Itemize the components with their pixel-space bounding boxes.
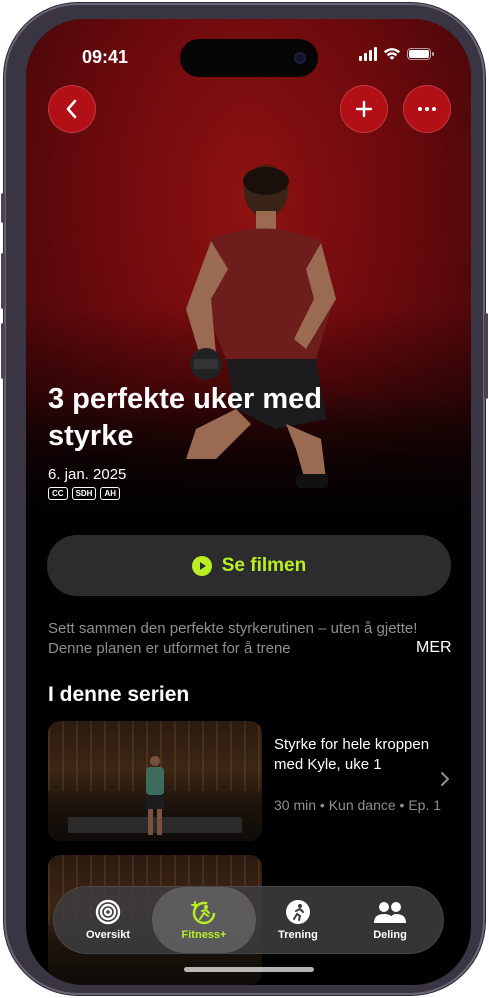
- tab-trening[interactable]: Trening: [250, 887, 346, 953]
- phone-frame: 09:41 3 perfekte uker med styrke 6. jan.…: [1, 3, 488, 995]
- plus-icon: [355, 100, 373, 118]
- play-button-label: Se filmen: [221, 554, 307, 576]
- chevron-left-icon: [66, 99, 77, 119]
- running-person-icon: [286, 900, 310, 924]
- add-button[interactable]: [340, 85, 388, 133]
- episode-thumbnail[interactable]: [48, 721, 262, 841]
- chevron-right-icon[interactable]: [440, 771, 450, 787]
- thumbnail-trainer: [146, 756, 164, 835]
- summary-rings-icon: [95, 899, 121, 925]
- tab-label-oversikt: Oversikt: [85, 929, 131, 941]
- screen: 09:41 3 perfekte uker med styrke 6. jan.…: [26, 19, 471, 985]
- volume-up-button: [1, 253, 5, 309]
- series-section-title: I denne serien: [48, 683, 190, 706]
- tab-fitness-plus[interactable]: Fitness+: [152, 887, 256, 953]
- tab-label-deling: Deling: [373, 929, 407, 941]
- front-camera: [294, 52, 306, 64]
- release-date: 6. jan. 2025: [48, 466, 127, 483]
- episode-meta: 30 min • Kun dance • Ep. 1: [274, 797, 442, 813]
- accessibility-badges: CC SDH AH: [48, 487, 121, 500]
- episode-title[interactable]: Styrke for hele kroppen med Kyle, uke 1: [274, 735, 444, 775]
- people-icon: [374, 902, 406, 923]
- battery-icon: [407, 48, 434, 60]
- tab-bar: Oversikt Fitness+ Trening Deling: [53, 886, 444, 954]
- play-circle-icon: [191, 555, 212, 576]
- ellipsis-icon: [418, 107, 436, 111]
- tab-deling[interactable]: Deling: [342, 887, 438, 953]
- dynamic-island: [180, 39, 318, 77]
- fitness-plus-icon: [191, 901, 216, 925]
- sdh-badge: SDH: [71, 487, 97, 500]
- tab-oversikt[interactable]: Oversikt: [60, 887, 156, 953]
- back-button[interactable]: [48, 85, 96, 133]
- cellular-signal-icon: [359, 47, 377, 61]
- play-trailer-button[interactable]: Se filmen: [47, 535, 451, 596]
- tab-label-fitness-plus: Fitness+: [181, 929, 227, 941]
- wifi-icon: [384, 48, 400, 60]
- description-fade: [356, 639, 416, 661]
- volume-down-button: [1, 323, 5, 379]
- ah-badge: AH: [100, 487, 121, 500]
- home-indicator[interactable]: [184, 967, 314, 972]
- power-button: [484, 313, 488, 399]
- program-title: 3 perfekte uker med styrke: [48, 383, 323, 452]
- more-link[interactable]: MER: [416, 639, 452, 657]
- cc-badge: CC: [48, 487, 68, 500]
- status-time: 09:41: [82, 47, 129, 67]
- status-icons: [359, 47, 434, 61]
- tab-label-trening: Trening: [278, 929, 318, 941]
- more-button[interactable]: [403, 85, 451, 133]
- action-button: [1, 193, 5, 223]
